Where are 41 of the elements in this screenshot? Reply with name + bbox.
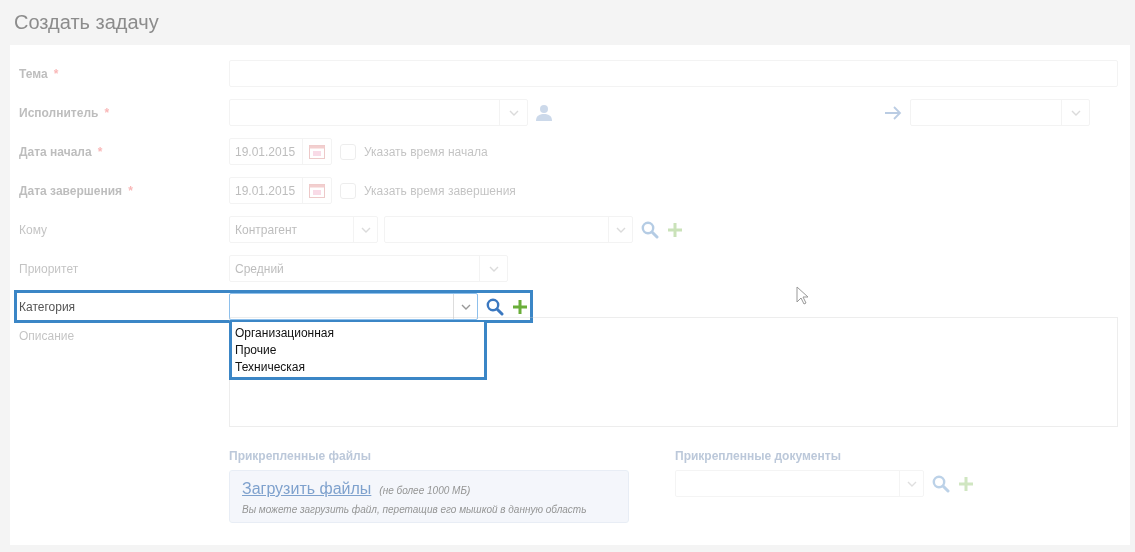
field-label: Исполнитель	[19, 105, 99, 120]
page-title: Создать задачу	[13, 10, 160, 35]
date-field[interactable]: 19.01.2015	[229, 138, 332, 165]
date-field[interactable]: 19.01.2015	[229, 177, 332, 204]
arrow-right-icon[interactable]	[884, 105, 902, 120]
assignee-select[interactable]	[229, 99, 528, 126]
required-mark: *	[128, 183, 133, 198]
required-mark: *	[97, 144, 103, 159]
upload-link[interactable]: Загрузить файлы	[242, 480, 372, 497]
checkbox-label: Указать время начала	[364, 144, 488, 159]
mouse-pointer-icon	[796, 286, 809, 305]
search-icon[interactable]	[486, 297, 504, 316]
field-label: Приоритет	[19, 261, 79, 276]
calendar-icon[interactable]	[309, 183, 325, 198]
priority-select[interactable]: Средний	[229, 255, 508, 282]
field-label: Описание	[19, 329, 75, 345]
section-label: Прикрепленные файлы	[229, 449, 372, 463]
field-label: Тема	[19, 66, 48, 81]
dropdown-option[interactable]: Прочие	[232, 341, 484, 358]
field-label: Дата начала	[19, 144, 92, 159]
category-select[interactable]	[229, 293, 478, 320]
upload-limit: (не более 1000 МБ)	[379, 485, 471, 496]
upload-area[interactable]: Загрузить файлы (не более 1000 МБ) Вы можете загрузить файл, перетащив его мышкой в данную область	[229, 470, 629, 523]
chevron-down-icon[interactable]	[460, 303, 471, 310]
recipient-type-select[interactable]: Контрагент	[229, 216, 378, 243]
recipient-select[interactable]	[384, 216, 633, 243]
required-mark: *	[104, 105, 110, 120]
field-label: Дата завершения	[19, 183, 123, 198]
field-label: Кому	[19, 222, 48, 237]
delegate-select[interactable]	[910, 99, 1090, 126]
person-icon[interactable]	[536, 104, 552, 121]
calendar-icon[interactable]	[309, 144, 325, 159]
checkbox-label: Указать время завершения	[364, 183, 516, 198]
plus-icon[interactable]	[512, 298, 528, 315]
field-label: Категория	[19, 299, 76, 314]
required-mark: *	[53, 66, 59, 81]
dropdown-option[interactable]: Организационная	[232, 324, 484, 341]
section-label: Прикрепленные документы	[675, 449, 842, 463]
documents-select[interactable]	[675, 470, 924, 497]
upload-hint: Вы можете загрузить файл, перетащив его мышкой в данную область	[242, 504, 588, 515]
dropdown-option[interactable]: Техническая	[232, 358, 484, 375]
